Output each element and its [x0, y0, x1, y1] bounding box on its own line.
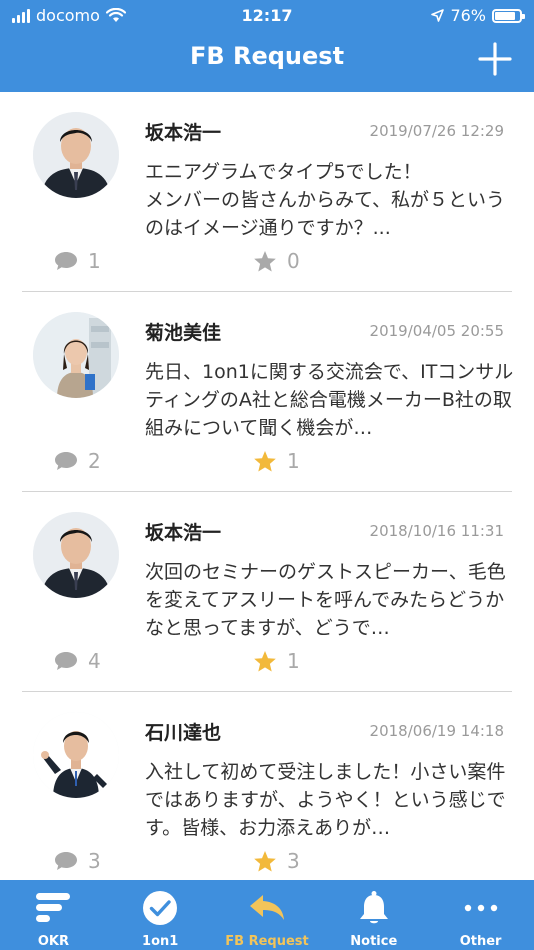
tab-label: Notice [350, 934, 398, 949]
post-date: 2018/10/16 11:31 [369, 522, 504, 540]
request-card[interactable]: 坂本浩一 2018/10/16 11:31 次回のセミナーのゲストスピーカー、毛… [0, 492, 534, 692]
location-arrow-icon [431, 9, 445, 22]
tab-notice[interactable]: Notice [320, 880, 427, 950]
request-card[interactable]: 石川達也 2018/06/19 14:18 入社して初めて受注しました！小さい案… [0, 692, 534, 880]
comment-bubble-icon [55, 452, 77, 470]
author-name: 菊池美佳 [145, 322, 222, 344]
comment-count-button[interactable]: 3 [54, 849, 101, 873]
battery-icon [492, 8, 525, 23]
avatar [33, 312, 119, 398]
avatar [33, 712, 119, 798]
add-request-button[interactable] [478, 42, 512, 76]
more-dots-icon [461, 888, 501, 928]
status-bar: docomo 12:17 76% [0, 0, 534, 30]
post-excerpt: 先日、1on1に関する交流会で、ITコンサルティングのA社と総合電機メーカーB社… [145, 361, 514, 439]
post-date: 2018/06/19 14:18 [369, 722, 504, 740]
tab-label: OKR [37, 934, 69, 949]
check-circle-icon [140, 888, 180, 928]
comment-bubble-icon [55, 652, 77, 670]
comment-count-button[interactable]: 4 [54, 649, 101, 673]
battery-fill [495, 11, 515, 20]
star-count-button[interactable]: 3 [253, 849, 300, 873]
star-count-button[interactable]: 0 [253, 249, 300, 273]
comment-count: 2 [88, 449, 101, 473]
star-count: 0 [287, 249, 300, 273]
post-date: 2019/07/26 12:29 [369, 122, 504, 140]
avatar [33, 512, 119, 598]
star-count-button[interactable]: 1 [253, 449, 300, 473]
bell-icon [354, 888, 394, 928]
status-right: 76% [431, 6, 525, 25]
author-name: 坂本浩一 [145, 522, 222, 544]
star-icon [254, 850, 276, 871]
star-icon [254, 650, 276, 671]
tab-fb-request[interactable]: FB Request [214, 880, 321, 950]
comment-bubble-icon [55, 852, 77, 870]
comment-count: 3 [88, 849, 101, 873]
star-icon [254, 450, 276, 471]
okr-icon [33, 888, 73, 928]
star-count: 3 [287, 849, 300, 873]
post-excerpt: エニアグラムでタイプ5でした！ メンバーの皆さんからみて、私が５というのはイメー… [145, 161, 506, 239]
avatar [33, 112, 119, 198]
post-date: 2019/04/05 20:55 [369, 322, 504, 340]
star-count: 1 [287, 449, 300, 473]
request-card[interactable]: 坂本浩一 2019/07/26 12:29 エニアグラムでタイプ5でした！ メン… [0, 92, 534, 292]
reply-arrow-icon [247, 888, 287, 928]
star-icon [254, 250, 276, 271]
star-count: 1 [287, 649, 300, 673]
comment-count: 4 [88, 649, 101, 673]
post-excerpt: 入社して初めて受注しました！小さい案件ではありますが、ようやく！という感じです。… [145, 761, 506, 839]
battery-percent: 76% [450, 6, 486, 25]
tab-label: Other [459, 934, 502, 949]
request-card[interactable]: 菊池美佳 2019/04/05 20:55 先日、1on1に関する交流会で、IT… [0, 292, 534, 492]
page-title: FB Request [189, 42, 345, 70]
tab-other[interactable]: Other [427, 880, 534, 950]
tab-1on1[interactable]: 1on1 [107, 880, 214, 950]
tab-okr[interactable]: OKR [0, 880, 107, 950]
star-count-button[interactable]: 1 [253, 649, 300, 673]
tab-label: FB Request [225, 934, 309, 949]
tab-bar: OKR 1on1 FB Request Notice Other [0, 880, 534, 950]
author-name: 石川達也 [145, 722, 222, 744]
comment-count: 1 [88, 249, 101, 273]
comment-count-button[interactable]: 2 [54, 449, 101, 473]
app-header: docomo 12:17 76% FB Request [0, 0, 534, 92]
author-name: 坂本浩一 [145, 122, 222, 144]
comment-bubble-icon [55, 252, 77, 270]
tab-label: 1on1 [142, 934, 179, 949]
request-list[interactable]: 坂本浩一 2019/07/26 12:29 エニアグラムでタイプ5でした！ メン… [0, 92, 534, 880]
post-excerpt: 次回のセミナーのゲストスピーカー、毛色を変えてアスリートを呼んでみたらどうかなと… [145, 561, 506, 639]
comment-count-button[interactable]: 1 [54, 249, 101, 273]
